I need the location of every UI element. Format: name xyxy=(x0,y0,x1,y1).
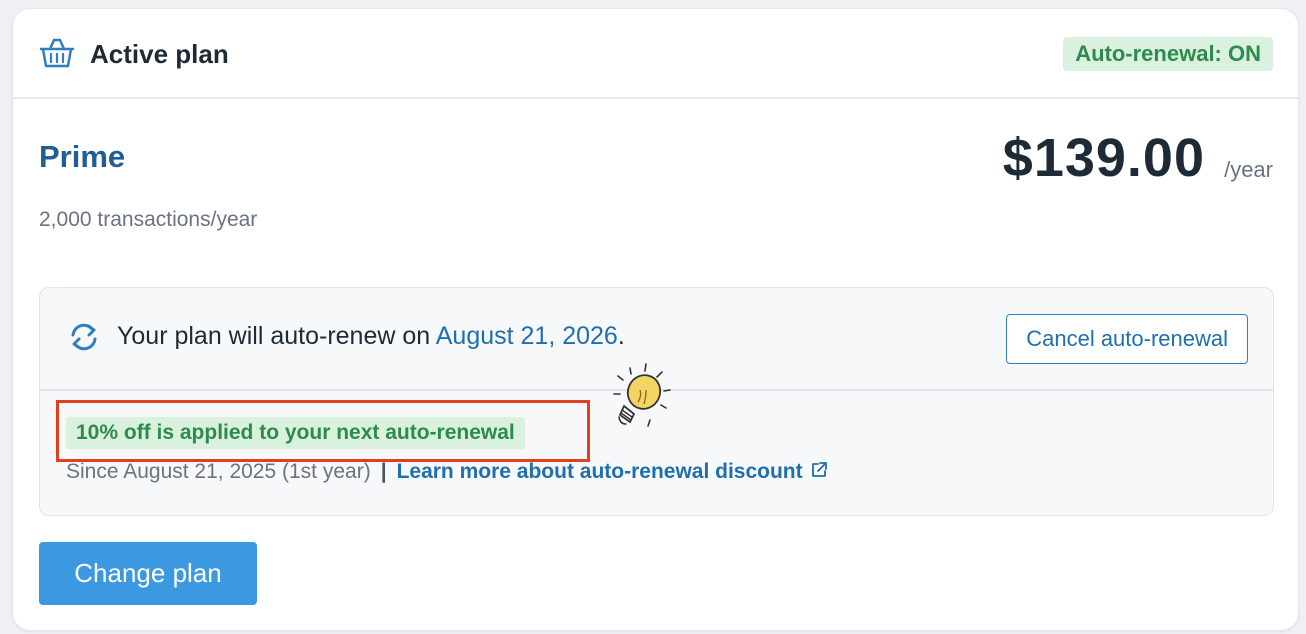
learn-more-discount-link[interactable]: Learn more about auto-renewal discount xyxy=(397,460,829,483)
discount-since-row: Since August 21, 2025 (1st year) | Learn m… xyxy=(66,460,829,484)
basket-icon xyxy=(39,38,75,68)
plan-price: $139.00 xyxy=(1002,128,1205,188)
page-title: Active plan xyxy=(90,39,229,69)
auto-renew-suffix: . xyxy=(617,322,625,350)
auto-renew-prefix: Your plan will auto-renew on xyxy=(117,322,436,350)
price-unit: /year xyxy=(1224,157,1273,182)
active-plan-card: Active plan Auto-renewal: ON Prime 2,000… xyxy=(12,8,1299,631)
auto-renewal-status-badge: Auto-renewal: ON xyxy=(1063,37,1273,71)
auto-renewal-panel: Your plan will auto-renew on August 21, … xyxy=(39,287,1274,516)
auto-renew-date: August 21, 2026 xyxy=(435,322,618,350)
external-link-icon xyxy=(811,462,827,477)
discount-badge: 10% off is applied to your next auto-ren… xyxy=(66,417,525,449)
plan-name: Prime xyxy=(39,139,126,174)
plan-description: 2,000 transactions/year xyxy=(39,208,258,231)
discount-since-text: Since August 21, 2025 (1st year) xyxy=(66,460,371,483)
change-plan-button[interactable]: Change plan xyxy=(39,542,257,605)
separator: | xyxy=(380,460,387,483)
lightbulb-icon xyxy=(613,363,671,427)
card-header: Active plan Auto-renewal: ON xyxy=(13,9,1298,99)
learn-more-label: Learn more about auto-renewal discount xyxy=(396,460,803,483)
sync-icon xyxy=(71,323,97,351)
auto-renew-message: Your plan will auto-renew on August 21, … xyxy=(117,322,625,351)
cancel-auto-renewal-button[interactable]: Cancel auto-renewal xyxy=(1006,314,1248,364)
